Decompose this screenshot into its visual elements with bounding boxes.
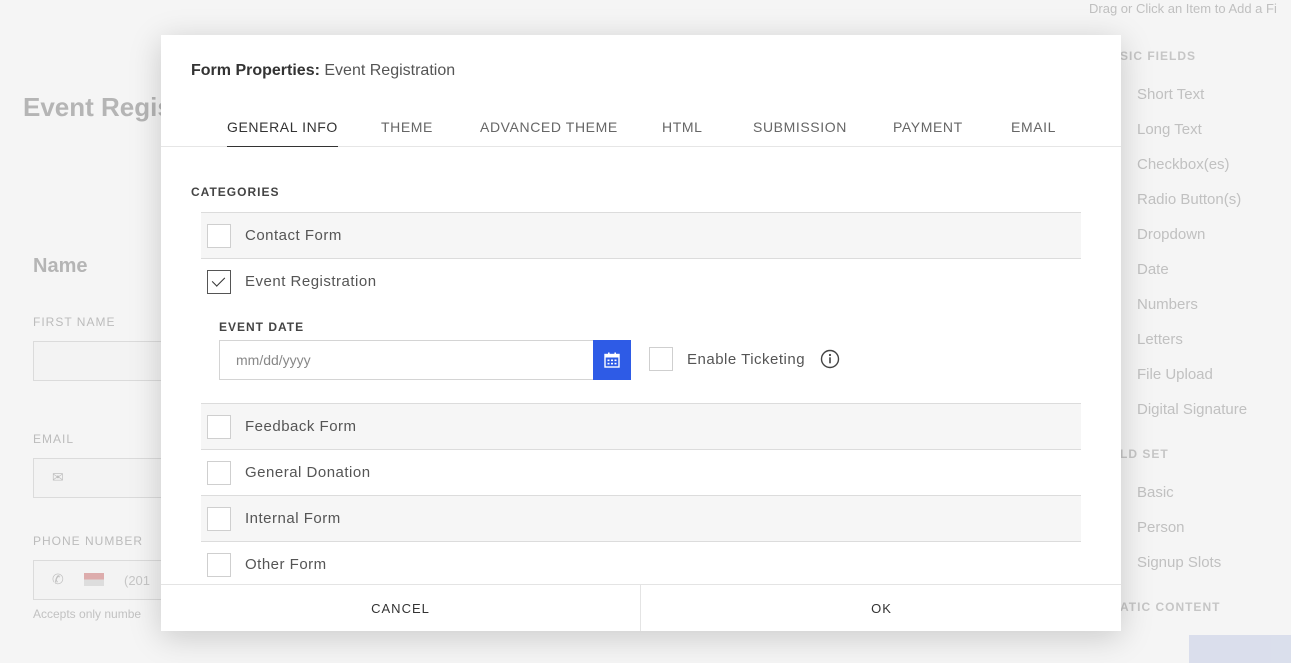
calendar-button[interactable] xyxy=(593,340,631,380)
enable-ticketing-checkbox[interactable] xyxy=(649,347,673,371)
tab-theme[interactable]: THEME xyxy=(381,119,433,147)
tab-payment[interactable]: PAYMENT xyxy=(893,119,963,147)
category-row-internal-form[interactable]: Internal Form xyxy=(201,495,1081,541)
tab-general-info[interactable]: GENERAL INFO xyxy=(227,119,338,147)
tab-html[interactable]: HTML xyxy=(662,119,703,147)
other-form-checkbox[interactable] xyxy=(207,553,231,577)
cancel-button[interactable]: CANCEL xyxy=(161,585,641,631)
info-icon[interactable] xyxy=(820,349,840,369)
category-label: Event Registration xyxy=(245,273,377,290)
dialog-title-label: Form Properties: xyxy=(191,62,320,79)
category-row-general-donation[interactable]: General Donation xyxy=(201,449,1081,495)
general-donation-checkbox[interactable] xyxy=(207,461,231,485)
enable-ticketing-label: Enable Ticketing xyxy=(687,351,806,368)
category-row-contact-form[interactable]: Contact Form xyxy=(201,212,1081,258)
category-label: Contact Form xyxy=(245,227,342,244)
category-label: General Donation xyxy=(245,464,371,481)
tab-submission[interactable]: SUBMISSION xyxy=(753,119,847,147)
event-date-input[interactable] xyxy=(219,340,594,380)
calendar-icon xyxy=(604,352,620,368)
event-date-label: EVENT DATE xyxy=(219,320,305,334)
dialog-title-form-name: Event Registration xyxy=(324,62,456,79)
category-label: Internal Form xyxy=(245,510,341,527)
tab-bar: GENERAL INFO THEME ADVANCED THEME HTML S… xyxy=(161,119,1121,147)
categories-heading: CATEGORIES xyxy=(191,185,280,199)
dialog-title: Form Properties: Event Registration xyxy=(191,62,455,80)
internal-form-checkbox[interactable] xyxy=(207,507,231,531)
contact-form-checkbox[interactable] xyxy=(207,224,231,248)
tab-advanced-theme[interactable]: ADVANCED THEME xyxy=(480,119,618,147)
ok-button[interactable]: OK xyxy=(642,585,1121,631)
category-label: Feedback Form xyxy=(245,418,357,435)
category-label: Other Form xyxy=(245,556,327,573)
category-list: Contact Form Event Registration EVENT DA… xyxy=(201,212,1081,587)
tab-email[interactable]: EMAIL xyxy=(1011,119,1056,147)
form-properties-dialog: Form Properties: Event Registration GENE… xyxy=(161,35,1121,631)
dialog-footer: CANCEL OK xyxy=(161,584,1121,631)
feedback-form-checkbox[interactable] xyxy=(207,415,231,439)
category-row-other-form[interactable]: Other Form xyxy=(201,541,1081,587)
category-row-event-registration[interactable]: Event Registration EVENT DATE E xyxy=(201,258,1081,403)
event-registration-checkbox[interactable] xyxy=(207,270,231,294)
category-row-feedback-form[interactable]: Feedback Form xyxy=(201,403,1081,449)
